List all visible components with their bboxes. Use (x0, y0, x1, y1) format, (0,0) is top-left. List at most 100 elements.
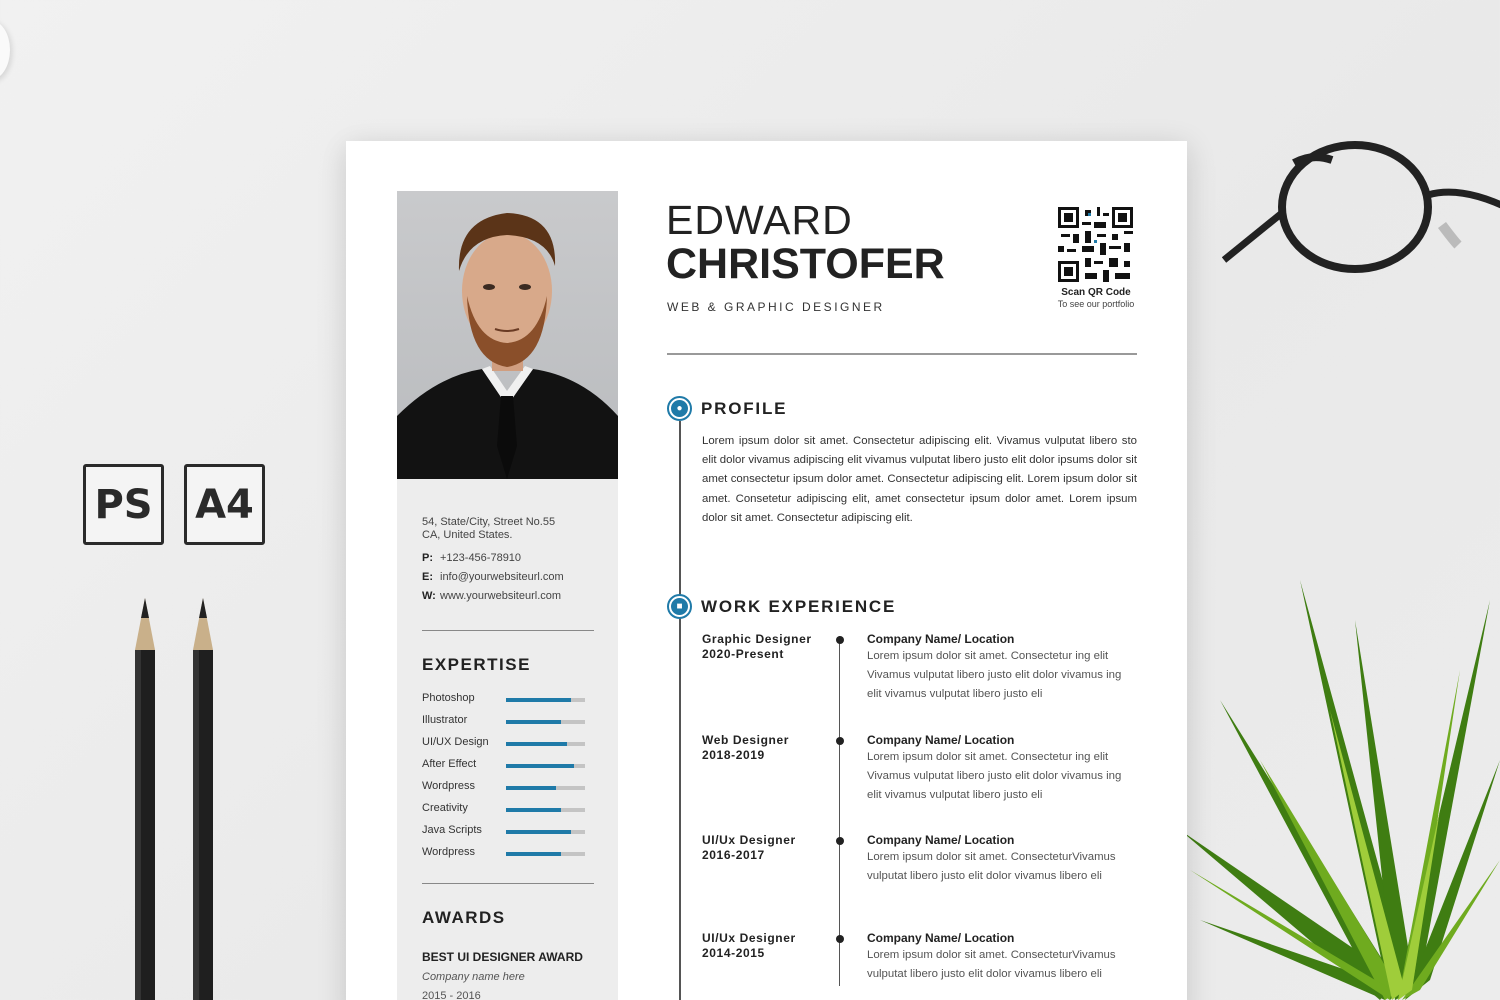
a4-badge: A4 (184, 464, 265, 545)
skill-bar-fill (506, 830, 571, 834)
job-role: WEB & GRAPHIC DESIGNER (667, 300, 885, 314)
skill-row: Wordpress (422, 846, 587, 860)
email-key: E: (422, 571, 433, 583)
job-title-block: UI/Ux Designer 2016-2017 (702, 833, 832, 863)
plant-image (1180, 580, 1500, 1000)
skill-bar-fill (506, 786, 556, 790)
job-years: 2016-2017 (702, 848, 765, 862)
job-company: Company Name/ Location (867, 931, 1015, 945)
job-title-block: Web Designer 2018-2019 (702, 733, 832, 763)
last-name: CHRISTOFER (666, 240, 945, 288)
skill-name: Illustrator (422, 714, 468, 726)
award-years: 2015 - 2016 (422, 990, 481, 1000)
skill-bar-fill (506, 742, 567, 746)
address-line-1: 54, State/City, Street No.55 (422, 516, 556, 528)
skill-row: Creativity (422, 802, 587, 816)
skill-row: Wordpress (422, 780, 587, 794)
skill-name: Wordpress (422, 846, 475, 858)
timeline-dot (836, 737, 844, 745)
sidebar-divider (422, 630, 594, 631)
skill-name: Java Scripts (422, 824, 482, 836)
web-value: www.yourwebsiteurl.com (440, 590, 562, 602)
skill-name: Wordpress (422, 780, 475, 792)
address-line-2: CA, United States. (422, 529, 513, 541)
first-name: EDWARD (666, 197, 853, 243)
skill-row: Illustrator (422, 714, 587, 728)
skill-row: UI/UX Design (422, 736, 587, 750)
job-description: Lorem ipsum dolor sit amet. ConsecteturV… (867, 851, 1116, 883)
ps-badge: PS (83, 464, 164, 545)
contact-email: E: info@yourwebsiteurl.com (422, 571, 594, 583)
skill-bar-fill (506, 698, 571, 702)
contact-web: W: www.yourwebsiteurl.com (422, 590, 594, 602)
job-title-block: UI/Ux Designer 2014-2015 (702, 931, 832, 961)
skill-name: After Effect (422, 758, 477, 770)
email-value: info@yourwebsiteurl.com (440, 571, 564, 583)
job-title-block: Graphic Designer 2020-Present (702, 632, 832, 662)
skill-bar-fill (506, 808, 562, 812)
job-description: Lorem ipsum dolor sit amet. Consectetur … (867, 751, 1122, 802)
job-description: Lorem ipsum dolor sit amet. ConsecteturV… (867, 949, 1116, 981)
skill-row: Java Scripts (422, 824, 587, 838)
eyeglasses-image (1222, 141, 1500, 273)
skill-name: Photoshop (422, 692, 475, 704)
job-details: Company Name/ Location Lorem ipsum dolor … (867, 733, 1137, 806)
awards-heading: AWARDS (422, 908, 506, 927)
skill-bar (506, 808, 585, 812)
job-details: Company Name/ Location Lorem ipsum dolor … (867, 833, 1137, 886)
profile-photo (397, 191, 618, 479)
skill-bar (506, 786, 585, 790)
timeline-dot (836, 935, 844, 943)
contact-phone: P: +123-456-78910 (422, 552, 594, 564)
skill-bar (506, 742, 585, 746)
job-title: Web Designer (702, 733, 789, 747)
jobs-timeline-line (839, 636, 840, 986)
decor-saucer (0, 20, 10, 80)
skill-bar (506, 698, 585, 702)
phone-value: +123-456-78910 (440, 552, 522, 564)
work-heading: WORK EXPERIENCE (701, 597, 897, 616)
profile-user-icon: ● (667, 396, 692, 421)
pencil-image (135, 598, 155, 1000)
skill-bar-fill (506, 852, 562, 856)
profile-text: Lorem ipsum dolor sit amet. Consectetur … (702, 435, 1137, 524)
job-years: 2020-Present (702, 647, 784, 661)
resume-sidebar: 54, State/City, Street No.55 CA, United … (397, 191, 618, 1000)
job-company: Company Name/ Location (867, 733, 1015, 747)
qr-code-icon (1058, 207, 1133, 282)
skill-bar-fill (506, 764, 574, 768)
phone-key: P: (422, 552, 433, 564)
contact-block: 54, State/City, Street No.55 CA, United … (422, 516, 594, 602)
job-title: Graphic Designer (702, 632, 812, 646)
skill-row: Photoshop (422, 692, 587, 706)
job-years: 2014-2015 (702, 946, 765, 960)
job-details: Company Name/ Location Lorem ipsum dolor … (867, 632, 1137, 705)
job-years: 2018-2019 (702, 748, 765, 762)
expertise-heading: EXPERTISE (422, 655, 531, 674)
skill-bar-fill (506, 720, 562, 724)
job-company: Company Name/ Location (867, 632, 1015, 646)
resume-page: 54, State/City, Street No.55 CA, United … (346, 141, 1187, 1000)
job-title: UI/Ux Designer (702, 833, 796, 847)
web-key: W: (422, 590, 436, 602)
qr-title: Scan QR Code (1061, 287, 1131, 298)
skill-row: After Effect (422, 758, 587, 772)
skill-bar (506, 830, 585, 834)
skill-name: Creativity (422, 802, 468, 814)
skill-bar (506, 720, 585, 724)
profile-heading: PROFILE (701, 399, 788, 418)
skill-bar (506, 852, 585, 856)
skill-bar (506, 764, 585, 768)
skill-name: UI/UX Design (422, 736, 489, 748)
award-title: BEST UI DESIGNER AWARD (422, 950, 583, 964)
timeline-dot (836, 837, 844, 845)
job-company: Company Name/ Location (867, 833, 1015, 847)
timeline-line (679, 421, 681, 1000)
job-title: UI/Ux Designer (702, 931, 796, 945)
sidebar-divider-2 (422, 883, 594, 884)
award-company: Company name here (422, 971, 525, 983)
timeline-dot (836, 636, 844, 644)
pencil-image-2 (193, 598, 213, 1000)
header-divider (667, 353, 1137, 355)
work-briefcase-icon: ■ (667, 594, 692, 619)
